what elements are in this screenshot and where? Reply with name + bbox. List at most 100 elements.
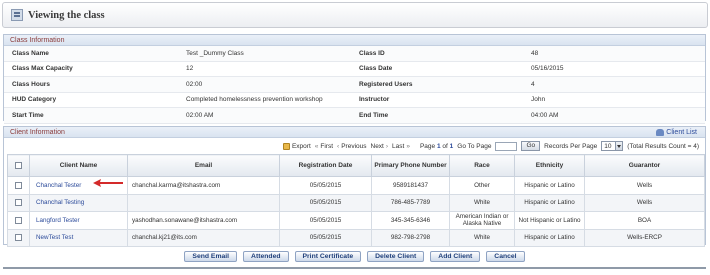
class-info-row: HUD Category Completed homelessness preve… — [4, 93, 705, 108]
class-info-value: 05/16/2015 — [531, 65, 564, 73]
row-select-cell — [7, 228, 30, 247]
client-name-link[interactable]: NewTest Test — [29, 228, 128, 247]
class-information-heading: Class Information — [4, 35, 705, 46]
table-row: Chanchal Testing 05/05/2015 786-485-7789… — [7, 193, 705, 212]
go-button[interactable]: Go — [521, 141, 541, 151]
export-icon — [282, 142, 290, 150]
last-label: Last — [392, 142, 405, 150]
next-page-icon: › — [385, 142, 389, 150]
class-info-value: 02:00 AM — [186, 111, 214, 119]
client-name-link[interactable]: Chanchal Testing — [29, 193, 128, 212]
previous-label: Previous — [341, 142, 367, 150]
table-row: Langford Tester yashodhan.sonawane@itsha… — [7, 211, 705, 230]
column-header[interactable]: Ethnicity — [514, 154, 585, 177]
column-header[interactable]: Primary Phone Number — [371, 154, 450, 177]
column-header[interactable]: Email — [127, 154, 280, 177]
class-info-row: Class Max Capacity 12 Class Date 05/16/2015 — [4, 62, 705, 77]
class-info-value: 04:00 AM — [531, 111, 559, 119]
print-certificate-button[interactable]: Print Certificate — [294, 251, 362, 262]
column-header[interactable]: Client Name — [29, 154, 128, 177]
primary-phone: 345-345-6346 — [371, 211, 450, 230]
client-list-link[interactable]: Client List — [656, 127, 697, 137]
row-checkbox[interactable] — [15, 216, 22, 224]
of-label: of — [442, 142, 448, 150]
footer-divider — [3, 267, 706, 269]
class-info-label: HUD Category — [12, 96, 57, 104]
client-list-icon — [656, 128, 665, 136]
records-per-page-value: 10 — [604, 142, 612, 150]
select-all-header — [7, 154, 30, 177]
total-results-count: (Total Results Count = 4) — [627, 142, 699, 150]
class-info-label: Class Date — [359, 65, 393, 73]
client-list-label: Client List — [666, 128, 697, 136]
row-checkbox[interactable] — [15, 199, 22, 207]
page-current: 1 — [436, 142, 441, 150]
go-to-page-input[interactable] — [495, 141, 518, 151]
class-info-row: Class Name Test _Dummy Class Class ID 48 — [4, 46, 705, 62]
guarantor: Wells-ERCP — [584, 228, 705, 247]
registration-date: 05/05/2015 — [279, 176, 372, 195]
records-per-page-select[interactable]: 10 — [601, 141, 624, 151]
row-select-cell — [7, 176, 30, 195]
table-header-row: Client Name Email Registration Date Prim… — [7, 154, 705, 177]
class-info-value: 4 — [531, 80, 535, 88]
previous-page-button[interactable]: ‹ Previous — [337, 143, 366, 150]
guarantor: Wells — [584, 176, 705, 195]
go-to-page-label: Go To Page — [457, 142, 492, 150]
row-checkbox[interactable] — [15, 181, 22, 189]
registration-date: 05/05/2015 — [279, 193, 372, 212]
previous-page-icon: ‹ — [337, 142, 340, 150]
class-info-label: End Time — [359, 111, 389, 119]
ethnicity: Hispanic or Latino — [514, 193, 585, 212]
last-page-button[interactable]: Last » — [392, 143, 410, 150]
class-info-value: Completed homelessness prevention worksh… — [186, 96, 323, 104]
race: White — [449, 193, 515, 212]
attended-button[interactable]: Attended — [243, 251, 289, 262]
records-per-page-label: Records Per Page — [544, 142, 598, 150]
ethnicity: Hispanic or Latino — [514, 228, 585, 247]
client-name-link[interactable]: Langford Tester — [29, 211, 128, 230]
export-button[interactable]: Export — [282, 142, 311, 150]
action-button-bar: Send Email Attended Print Certificate De… — [3, 251, 706, 262]
client-information-heading: Client Information — [10, 129, 65, 136]
table-row: NewTest Test chanchal.kj21@its.com 05/05… — [7, 228, 705, 247]
class-info-value: 48 — [531, 49, 539, 57]
class-info-value: John — [531, 96, 546, 104]
column-header[interactable]: Registration Date — [279, 154, 372, 177]
class-info-value: Test _Dummy Class — [186, 49, 244, 57]
select-all-checkbox[interactable] — [15, 161, 22, 169]
add-client-button[interactable]: Add Client — [430, 251, 481, 262]
client-email — [127, 193, 280, 212]
class-info-label: Class ID — [359, 49, 385, 57]
registration-date: 05/05/2015 — [279, 228, 372, 247]
delete-client-button[interactable]: Delete Client — [367, 251, 425, 262]
race: White — [449, 228, 515, 247]
primary-phone: 982-798-2798 — [371, 228, 450, 247]
first-page-icon: « — [314, 142, 319, 150]
race: American Indian or Alaska Native — [449, 211, 515, 230]
client-email: yashodhan.sonawane@itshastra.com — [127, 211, 280, 230]
next-label: Next — [370, 142, 384, 150]
first-page-button[interactable]: « First — [315, 143, 333, 150]
guarantor: Wells — [584, 193, 705, 212]
client-email: chanchal.kj21@its.com — [127, 228, 280, 247]
class-info-row: Class Hours 02:00 Registered Users 4 — [4, 77, 705, 93]
export-label: Export — [291, 142, 311, 150]
next-page-button[interactable]: Next › — [371, 143, 389, 150]
send-email-button[interactable]: Send Email — [184, 251, 238, 262]
class-info-label: Class Name — [12, 49, 49, 57]
column-header[interactable]: Race — [449, 154, 515, 177]
column-header[interactable]: Guarantor — [584, 154, 705, 177]
registration-date: 05/05/2015 — [279, 211, 372, 230]
first-label: First — [320, 142, 334, 150]
class-icon — [11, 9, 23, 21]
last-page-icon: » — [406, 142, 410, 150]
client-email: chanchal.karma@itshastra.com — [127, 176, 280, 195]
client-table: Client Name Email Registration Date Prim… — [7, 154, 705, 247]
cancel-button[interactable]: Cancel — [486, 251, 525, 262]
page-indicator: Page 1 of 1 — [420, 143, 453, 150]
class-info-label: Registered Users — [359, 80, 413, 88]
client-information-header: Client Information Client List — [4, 127, 705, 138]
class-info-label: Class Hours — [12, 80, 50, 88]
row-checkbox[interactable] — [15, 234, 22, 242]
